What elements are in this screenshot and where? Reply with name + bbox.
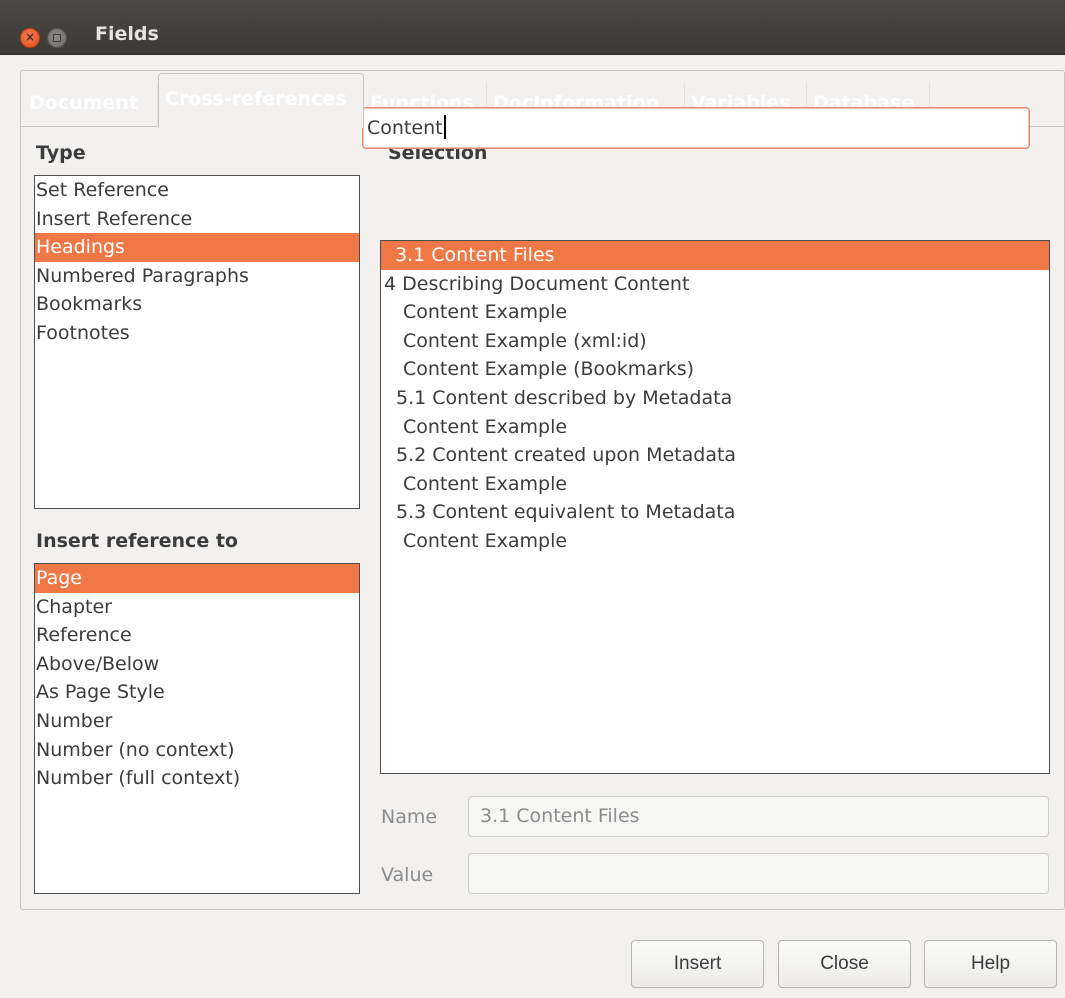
value-field[interactable] xyxy=(468,853,1049,894)
insert-reference-list-item[interactable]: Number (full context) xyxy=(35,764,359,793)
selection-list-item[interactable]: Content Example xyxy=(381,413,1049,442)
close-icon: × xyxy=(24,30,36,44)
selection-list-item[interactable]: Content Example xyxy=(381,298,1049,327)
selection-list-item[interactable]: Content Example (xml:id) xyxy=(381,327,1049,356)
selection-list-item[interactable]: 3.1 Content Files xyxy=(381,241,1049,270)
selection-search-input[interactable]: Content xyxy=(362,107,1030,149)
type-list-item[interactable]: Numbered Paragraphs xyxy=(35,262,359,291)
type-list-item[interactable]: Footnotes xyxy=(35,319,359,348)
type-list-item[interactable]: Bookmarks xyxy=(35,290,359,319)
type-list-item[interactable]: Set Reference xyxy=(35,176,359,205)
insert-reference-list-item[interactable]: Chapter xyxy=(35,593,359,622)
search-text: Content xyxy=(367,117,443,139)
text-caret xyxy=(443,115,446,139)
insert-button[interactable]: Insert xyxy=(631,940,764,988)
insert-reference-list-item[interactable]: As Page Style xyxy=(35,678,359,707)
insert-reference-list-item[interactable]: Number xyxy=(35,707,359,736)
help-button[interactable]: Help xyxy=(924,940,1057,988)
title-bar: × Fields xyxy=(0,0,1065,55)
selection-listbox[interactable]: 3.1 Content Files 4 Describing Document C… xyxy=(380,240,1050,774)
insert-reference-list-item[interactable]: Number (no context) xyxy=(35,736,359,765)
selection-list-item[interactable]: Content Example xyxy=(381,470,1049,499)
minimize-icon xyxy=(53,34,61,42)
insert-reference-listbox[interactable]: Page Chapter Reference Above/Below As Page S… xyxy=(34,563,360,894)
selection-list-item[interactable]: 5.3 Content equivalent to Metadata xyxy=(381,498,1049,527)
insert-reference-label: Insert reference to xyxy=(36,530,238,552)
selection-list-item[interactable]: Content Example xyxy=(381,527,1049,556)
insert-reference-list-item[interactable]: Page xyxy=(35,564,359,593)
selection-list-item[interactable]: 5.1 Content described by Metadata xyxy=(381,384,1049,413)
type-label: Type xyxy=(36,142,86,164)
fields-dialog: × Fields Document Cross-references Funct… xyxy=(0,0,1065,998)
selection-list-item[interactable]: 4 Describing Document Content xyxy=(381,270,1049,299)
minimize-window-button[interactable] xyxy=(47,28,67,48)
insert-reference-list-item[interactable]: Reference xyxy=(35,621,359,650)
value-label: Value xyxy=(381,864,434,886)
type-list-item[interactable]: Headings xyxy=(35,233,359,262)
type-listbox[interactable]: Set Reference Insert Reference Headings Num… xyxy=(34,175,360,509)
selection-list-item[interactable]: 5.2 Content created upon Metadata xyxy=(381,441,1049,470)
close-window-button[interactable]: × xyxy=(20,28,40,48)
type-list-item[interactable]: Insert Reference xyxy=(35,205,359,234)
tab-document[interactable]: Document xyxy=(23,83,158,127)
tab-cross-references[interactable]: Cross-references xyxy=(158,73,364,128)
insert-reference-list-item[interactable]: Above/Below xyxy=(35,650,359,679)
selection-list-item[interactable]: Content Example (Bookmarks) xyxy=(381,355,1049,384)
close-button[interactable]: Close xyxy=(778,940,911,988)
name-label: Name xyxy=(381,806,438,828)
window-title: Fields xyxy=(95,23,159,45)
name-field[interactable]: 3.1 Content Files xyxy=(468,796,1049,837)
